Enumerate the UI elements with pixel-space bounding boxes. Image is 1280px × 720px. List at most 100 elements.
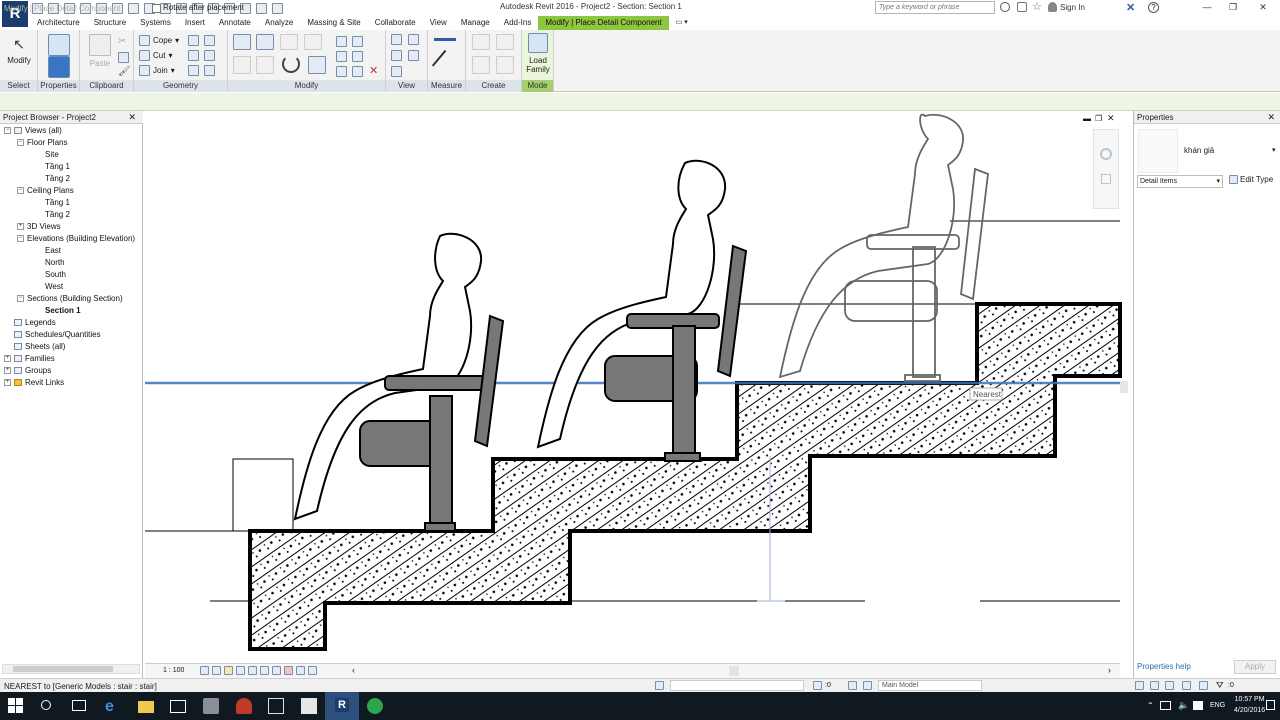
tab-insert[interactable]: Insert (178, 16, 212, 30)
drag-on-selection-icon[interactable] (1199, 681, 1208, 690)
view-minimize-icon[interactable]: ▬ (1083, 114, 1091, 123)
tab-analyze[interactable]: Analyze (258, 16, 300, 30)
select-links-icon[interactable] (1135, 681, 1144, 690)
select-panel-title[interactable]: Select (0, 80, 37, 92)
tree-node-south[interactable]: South (45, 269, 66, 281)
paint-icon[interactable] (188, 50, 199, 61)
help-search-input[interactable]: Type a keyword or phrase (875, 1, 995, 14)
close-button[interactable]: ✕ (1252, 1, 1274, 14)
tab-annotate[interactable]: Annotate (212, 16, 258, 30)
restore-button[interactable]: ❐ (1222, 1, 1244, 14)
show-hidden-icons[interactable]: ⌃ (1147, 701, 1154, 710)
tree-node-3d-views[interactable]: +3D Views (17, 221, 61, 233)
type-properties-icon[interactable] (48, 56, 70, 78)
sign-in-link[interactable]: Sign In (1060, 3, 1085, 12)
tab-architecture[interactable]: Architecture (30, 16, 87, 30)
properties-help-link[interactable]: Properties help (1137, 662, 1191, 671)
tree-node-floor-tang-2[interactable]: Tầng 2 (45, 173, 70, 185)
tree-node-revit-links[interactable]: + Revit Links (4, 377, 64, 389)
scale-icon[interactable] (352, 51, 363, 62)
mirror-axis-icon[interactable] (280, 34, 298, 50)
visual-style-icon[interactable] (212, 666, 221, 675)
move-icon[interactable] (233, 56, 251, 74)
select-underlay-icon[interactable] (1150, 681, 1159, 690)
calculator-icon[interactable] (301, 698, 317, 714)
crop-view-icon[interactable] (248, 666, 257, 675)
design-option-select[interactable]: Main Model (878, 680, 982, 691)
vertical-scrollbar[interactable] (1120, 381, 1128, 393)
apply-button[interactable]: Apply (1234, 660, 1276, 674)
chevron-down-icon[interactable]: ▾ (1272, 146, 1276, 154)
hide-element-icon[interactable] (408, 34, 419, 45)
view-close-icon[interactable]: ✕ (1107, 113, 1115, 124)
cut-profile-icon[interactable] (408, 50, 419, 61)
expand-icon[interactable]: + (17, 223, 24, 231)
tab-add-ins[interactable]: Add-Ins (497, 16, 539, 30)
switch-join-icon[interactable] (204, 65, 215, 76)
collapse-icon[interactable]: − (17, 139, 24, 147)
tab-massing-site[interactable]: Massing & Site (300, 16, 367, 30)
reveal-hidden-icon[interactable] (284, 666, 293, 675)
measure-distance-icon[interactable] (434, 38, 456, 41)
design-options-icon[interactable] (848, 681, 857, 690)
collapse-icon[interactable]: − (4, 127, 11, 135)
zoom-icon[interactable] (1101, 174, 1111, 184)
cut-icon[interactable]: ✂ (118, 36, 126, 47)
tree-node-views[interactable]: − Views (all) (4, 125, 62, 137)
tree-node-east[interactable]: East (45, 245, 61, 257)
copy-icon[interactable] (118, 52, 129, 63)
filter-icon[interactable]: ⛛ (1216, 680, 1224, 691)
properties-icon[interactable] (48, 34, 70, 56)
tree-node-families[interactable]: + Families (4, 353, 55, 365)
create-assembly-icon[interactable] (472, 34, 490, 50)
offset-icon[interactable] (256, 34, 274, 50)
show-crop-icon[interactable] (260, 666, 269, 675)
create-group-icon[interactable] (472, 56, 490, 74)
split-element-icon[interactable] (336, 36, 347, 47)
sketchup-icon[interactable] (268, 698, 284, 714)
edit-type-button[interactable]: Edit Type (1229, 175, 1273, 185)
subscription-icon[interactable] (1017, 2, 1027, 12)
match-properties-icon[interactable]: 🖌 (118, 66, 131, 77)
select-by-face-icon[interactable] (1182, 681, 1191, 690)
notifications-icon[interactable] (1266, 700, 1275, 710)
app-icon-generic[interactable] (203, 698, 219, 714)
collapse-icon[interactable]: − (17, 295, 24, 303)
paste-button[interactable]: Paste (86, 34, 114, 68)
tree-node-ceiling-plans[interactable]: − Ceiling Plans (17, 185, 74, 197)
tree-node-floor-plans[interactable]: − Floor Plans (17, 137, 67, 149)
type-selector[interactable]: khán giả (1184, 146, 1214, 155)
expand-icon[interactable]: + (4, 367, 11, 375)
analytical-model-icon[interactable] (296, 666, 305, 675)
view-restore-icon[interactable]: ❐ (1095, 114, 1102, 123)
join-button[interactable]: Join ▾ (139, 63, 175, 78)
sun-path-icon[interactable] (224, 666, 233, 675)
detail-level-icon[interactable] (200, 666, 209, 675)
autocad-icon[interactable] (236, 698, 252, 714)
section-view-canvas[interactable]: Nearest ▬ ❐ ✕ (145, 111, 1133, 678)
chrome-icon[interactable] (367, 698, 383, 714)
align-icon[interactable] (233, 34, 251, 50)
store-icon[interactable] (170, 700, 186, 713)
wall-joins-icon[interactable] (188, 35, 199, 46)
help-icon[interactable]: ? (1148, 2, 1159, 13)
rotate-after-placement-checkbox[interactable] (152, 4, 161, 13)
highlight-displacement-icon[interactable] (308, 666, 317, 675)
cut-geometry-button[interactable]: Cut ▾ (139, 48, 172, 63)
clock[interactable]: 10:57 PM 4/20/2016 (1234, 694, 1265, 716)
tree-node-ceiling-tang-2[interactable]: Tầng 2 (45, 209, 70, 221)
steering-wheel-icon[interactable] (1100, 148, 1112, 160)
split-face-icon[interactable] (204, 35, 215, 46)
delete-icon[interactable]: ✕ (369, 64, 378, 77)
file-explorer-icon[interactable] (138, 701, 154, 713)
action-center-icon[interactable] (1193, 701, 1203, 710)
mirror-draw-icon[interactable] (304, 34, 322, 50)
volume-icon[interactable]: 🔈 (1178, 700, 1189, 711)
edge-browser-icon[interactable]: e (105, 698, 121, 715)
audience-figure-2[interactable] (536, 159, 748, 462)
demolish-icon[interactable] (188, 65, 199, 76)
collapse-icon[interactable]: − (17, 187, 24, 195)
search-icon[interactable] (41, 700, 51, 710)
network-icon[interactable] (1160, 701, 1171, 710)
tree-node-section-1[interactable]: Section 1 (45, 305, 81, 317)
